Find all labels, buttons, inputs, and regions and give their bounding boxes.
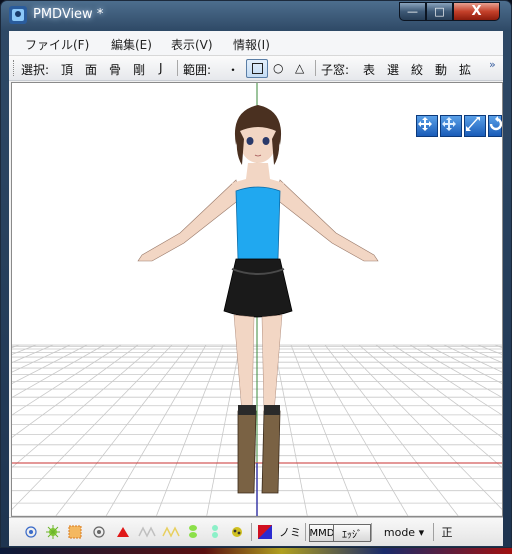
child-move-button[interactable]: 動 [435, 61, 447, 78]
close-icon: X [471, 4, 482, 19]
range-triangle-button[interactable]: △ [295, 61, 304, 75]
maximize-button[interactable]: □ [426, 2, 453, 21]
material-icon[interactable] [45, 524, 61, 540]
ik-icon[interactable] [115, 524, 131, 540]
statusbar-separator [371, 523, 372, 541]
pan-icon[interactable] [440, 115, 462, 137]
statusbar-separator [251, 523, 252, 541]
select-bone-button[interactable]: 骨 [109, 61, 121, 78]
select-joint-button[interactable]: J [159, 61, 163, 75]
bone-link-icon[interactable] [229, 524, 245, 540]
vertex-view-icon[interactable] [23, 524, 39, 540]
morph-icon[interactable] [137, 524, 157, 540]
mode-label: mode [383, 525, 416, 539]
texture-icon[interactable] [67, 524, 83, 540]
scene-canvas [12, 83, 502, 516]
child-expand-button[interactable]: 拡 [459, 61, 471, 78]
title-bar[interactable]: PMDView * — □ X [1, 1, 511, 29]
range-circle-button[interactable]: ○ [273, 61, 283, 75]
maximize-icon: □ [434, 5, 445, 18]
color-icon[interactable] [257, 524, 273, 540]
close-button[interactable]: X [453, 2, 500, 21]
status-bar: ノミ MMD ｴｯｼﾞ mode ▾ 正 [9, 517, 503, 546]
select-label: 選択: [21, 63, 50, 77]
menu-file[interactable]: ファイル(F) [25, 36, 89, 53]
view-front-button[interactable]: 正 [437, 524, 457, 540]
character-model [137, 105, 379, 494]
toolbar-grip[interactable] [13, 60, 17, 76]
select-vertex-button[interactable]: 頂 [61, 61, 73, 78]
toolbar-separator [315, 60, 316, 76]
select-rigid-button[interactable]: 剛 [133, 61, 145, 78]
zoom-icon[interactable] [464, 115, 486, 137]
reset-rotation-icon[interactable] [488, 115, 502, 137]
minimize-button[interactable]: — [399, 2, 426, 21]
menu-bar: ファイル(F) 編集(E) 表示(V) 情報(I) [9, 31, 503, 56]
client-area: ファイル(F) 編集(E) 表示(V) 情報(I) 選択: 頂 面 骨 剛 J … [9, 31, 503, 546]
mode-dropdown[interactable]: mode ▾ [377, 524, 431, 540]
child-select-button[interactable]: 選 [387, 61, 399, 78]
menu-edit[interactable]: 編集(E) [111, 36, 152, 53]
toolbar: 選択: 頂 面 骨 剛 J 範囲: ・ ○ △ 子窓: 表 選 絞 動 拡 » [9, 56, 503, 81]
minimize-icon: — [407, 5, 418, 18]
range-label: 範囲: [183, 63, 212, 77]
rotate-move-icon[interactable] [416, 115, 438, 137]
shadow-icon[interactable] [207, 524, 223, 540]
3d-viewport[interactable] [11, 82, 503, 517]
range-rect-button[interactable] [246, 59, 268, 78]
menu-info[interactable]: 情報(I) [233, 36, 270, 53]
menu-view[interactable]: 表示(V) [171, 36, 213, 53]
child-filter-button[interactable]: 絞 [411, 61, 423, 78]
square-icon [251, 63, 263, 74]
mmd-toggle[interactable]: MMD [309, 524, 335, 542]
toolbar-overflow-button[interactable]: » [489, 58, 496, 71]
nomi-toggle[interactable]: ノミ [277, 524, 303, 540]
bone-view-icon[interactable] [91, 524, 107, 540]
joint-icon[interactable] [185, 524, 201, 540]
child-window-label: 子窓: [321, 63, 350, 77]
app-icon [9, 6, 27, 24]
physics-body-icon[interactable] [161, 524, 181, 540]
toolbar-separator [177, 60, 178, 76]
child-table-button[interactable]: 表 [363, 61, 375, 78]
select-face-button[interactable]: 面 [85, 61, 97, 78]
range-point-button[interactable]: ・ [227, 61, 239, 78]
edge-toggle[interactable]: ｴｯｼﾞ [333, 524, 371, 542]
statusbar-separator [433, 523, 434, 541]
window-title: PMDView * [33, 7, 104, 22]
chevron-down-icon: ▾ [418, 525, 425, 539]
pmdview-window: PMDView * — □ X ファイル(F) 編集(E) 表示(V) 情報(I… [0, 0, 512, 548]
statusbar-separator [305, 523, 306, 541]
